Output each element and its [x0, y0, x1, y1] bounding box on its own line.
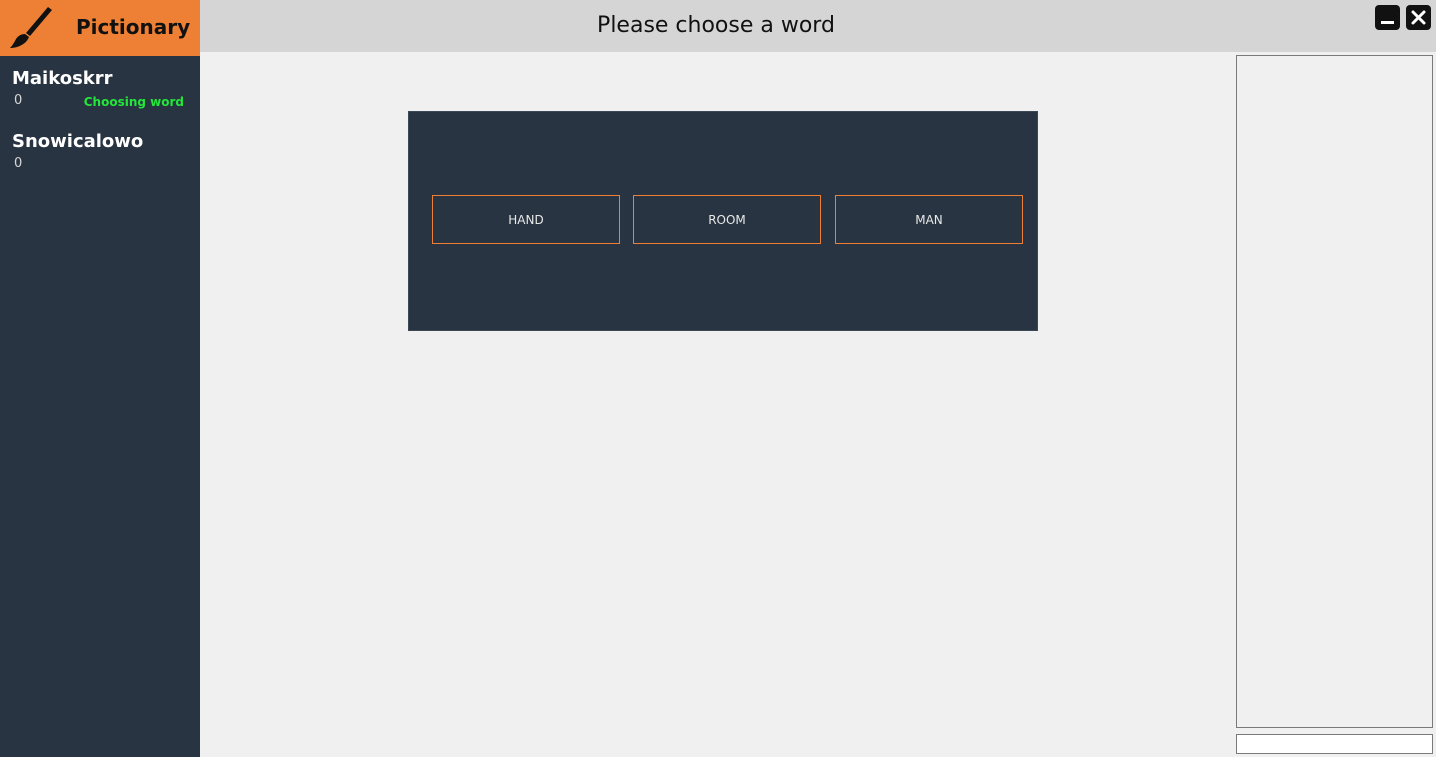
minimize-button[interactable] — [1375, 5, 1400, 30]
player-name: Maikoskrr — [12, 68, 113, 89]
player-score: 0 — [14, 93, 23, 108]
paintbrush-icon — [10, 7, 52, 48]
player-status: Choosing word — [83, 95, 184, 109]
close-button[interactable] — [1406, 5, 1431, 30]
top-bar: Please choose a word — [200, 0, 1436, 52]
word-option-button[interactable]: HAND — [432, 195, 620, 244]
players-sidebar: Pictionary Maikoskrr 0 Choosing word Sno… — [0, 0, 200, 757]
round-prompt: Please choose a word — [597, 13, 835, 38]
app-title: Pictionary — [76, 15, 191, 39]
minimize-icon — [1381, 21, 1394, 24]
player-score: 0 — [14, 156, 23, 171]
player-list: Maikoskrr 0 Choosing word Snowicalowo 0 — [0, 56, 200, 182]
close-icon — [1411, 10, 1426, 25]
player-name: Snowicalowo — [12, 131, 144, 152]
player-entry: Maikoskrr 0 Choosing word — [0, 56, 200, 119]
chat-input[interactable] — [1236, 734, 1433, 754]
player-entry: Snowicalowo 0 — [0, 119, 200, 182]
word-option-button[interactable]: ROOM — [633, 195, 821, 244]
word-option-button[interactable]: MAN — [835, 195, 1023, 244]
app-brand: Pictionary — [0, 0, 200, 56]
chat-log[interactable] — [1236, 55, 1433, 728]
pictionary-window: Pictionary Maikoskrr 0 Choosing word Sno… — [0, 0, 1436, 757]
word-chooser-panel: HAND ROOM MAN — [408, 111, 1038, 331]
